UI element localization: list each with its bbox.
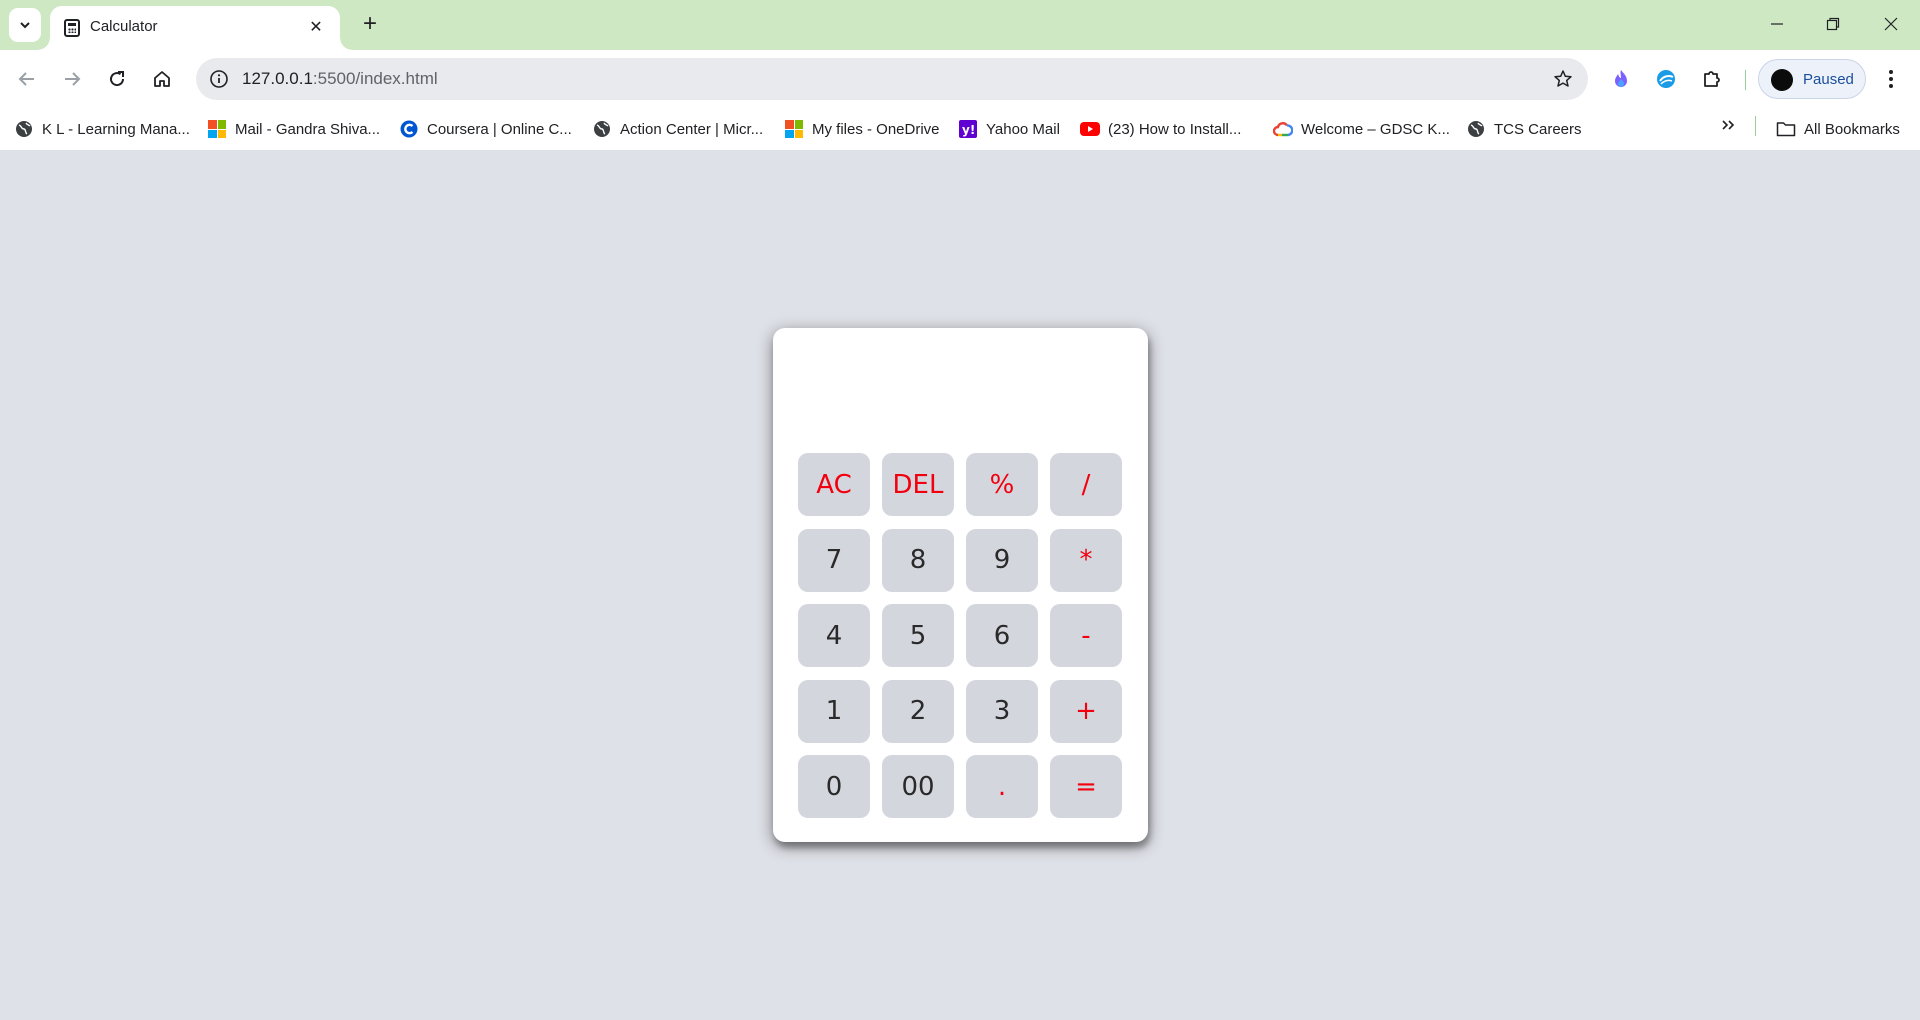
page-viewport: AC DEL%/ 7 8 9 * 4 5 6- 1 2 3 +0 00. = xyxy=(0,150,1920,1020)
toolbar-separator xyxy=(1745,70,1746,90)
new-tab-button[interactable]: + xyxy=(355,10,385,40)
bookmark-label: My files - OneDrive xyxy=(812,120,940,138)
arrow-right-icon xyxy=(65,72,81,86)
calculator-icon xyxy=(64,19,80,37)
microsoft-icon xyxy=(207,119,227,139)
bookmark-label: TCS Careers xyxy=(1494,120,1582,138)
extension-flame-icon[interactable] xyxy=(1606,64,1636,94)
folder-icon xyxy=(1776,119,1796,139)
globe-icon xyxy=(14,119,34,139)
key-9-button[interactable]: 9 xyxy=(966,528,1038,592)
more-vertical-icon xyxy=(1889,70,1893,88)
coursera-icon xyxy=(399,119,419,139)
bookmark-label: Action Center | Micr... xyxy=(620,120,764,138)
bookmarks-bar: K L - Learning Mana... Mail - Gandra Shi… xyxy=(0,108,1920,150)
key-divide-button[interactable]: / xyxy=(1050,453,1122,516)
key-double-zero-button[interactable]: 00 xyxy=(882,755,954,818)
key-delete-button[interactable]: DEL xyxy=(882,453,954,516)
back-button[interactable] xyxy=(9,61,45,97)
url-text: 127.0.0.1:5500/index.html xyxy=(242,69,438,89)
key-equals-button[interactable]: = xyxy=(1050,755,1122,818)
youtube-icon xyxy=(1080,119,1100,139)
key-2-button[interactable]: 2 xyxy=(882,679,954,743)
home-button[interactable] xyxy=(144,61,180,97)
reload-icon xyxy=(110,71,125,87)
forward-button[interactable] xyxy=(54,61,90,97)
bookmarks-separator xyxy=(1755,116,1756,136)
key-8-button[interactable]: 8 xyxy=(882,528,954,592)
bookmark-label: Coursera | Online C... xyxy=(427,120,572,138)
key-6-button[interactable]: 6 xyxy=(966,604,1038,667)
home-icon xyxy=(154,71,170,87)
calculator-display[interactable] xyxy=(793,340,1128,430)
google-cloud-icon xyxy=(1273,119,1293,139)
bookmark-item[interactable]: Mail - Gandra Shiva... xyxy=(207,115,380,143)
avatar xyxy=(1771,69,1793,91)
tab-strip: Calculator ✕ + xyxy=(0,0,1920,50)
bookmark-item[interactable]: (23) How to Install... xyxy=(1080,115,1241,143)
minimize-button[interactable] xyxy=(1754,6,1800,42)
tab-title: Calculator xyxy=(90,18,158,35)
microsoft-icon xyxy=(784,119,804,139)
close-window-button[interactable] xyxy=(1868,6,1914,42)
bookmark-item[interactable]: TCS Careers xyxy=(1466,115,1582,143)
globe-icon xyxy=(1466,119,1486,139)
bookmark-item[interactable]: My files - OneDrive xyxy=(784,115,940,143)
bookmark-star-icon[interactable] xyxy=(1550,66,1576,92)
bookmark-item[interactable]: y! Yahoo Mail xyxy=(958,115,1060,143)
key-multiply-button[interactable]: * xyxy=(1050,528,1122,592)
profile-button[interactable]: Paused xyxy=(1758,59,1866,99)
all-bookmarks-label: All Bookmarks xyxy=(1804,120,1900,138)
key-all-clear-button[interactable]: AC xyxy=(798,453,870,516)
arrow-left-icon xyxy=(18,72,34,86)
bookmark-label: K L - Learning Mana... xyxy=(42,120,190,138)
close-tab-icon[interactable]: ✕ xyxy=(304,16,328,40)
key-add-button[interactable]: + xyxy=(1050,679,1122,743)
restore-button[interactable] xyxy=(1810,6,1856,42)
more-bookmarks-button[interactable] xyxy=(1715,112,1741,138)
chevron-down-icon xyxy=(20,22,30,29)
key-decimal-button[interactable]: . xyxy=(966,755,1038,818)
restore-icon xyxy=(1826,17,1840,31)
bookmark-label: (23) How to Install... xyxy=(1108,120,1242,138)
profile-status: Paused xyxy=(1803,71,1854,88)
key-4-button[interactable]: 4 xyxy=(798,604,870,667)
bookmark-item[interactable]: Coursera | Online C... xyxy=(399,115,572,143)
active-tab[interactable]: Calculator ✕ xyxy=(38,6,352,50)
extension-blue-icon[interactable] xyxy=(1651,64,1681,94)
tab-search-button[interactable] xyxy=(9,8,41,42)
minimize-icon xyxy=(1771,23,1783,25)
key-percent-button[interactable]: % xyxy=(966,453,1038,516)
bookmark-label: Mail - Gandra Shiva... xyxy=(235,120,381,138)
bookmark-label: Welcome – GDSC K... xyxy=(1301,120,1450,138)
url-host: 127.0.0.1 xyxy=(242,69,313,88)
bookmark-item[interactable]: K L - Learning Mana... xyxy=(14,115,190,143)
bookmark-item[interactable]: Action Center | Micr... xyxy=(592,115,763,143)
key-0-button[interactable]: 0 xyxy=(798,755,870,818)
site-info-icon[interactable] xyxy=(206,66,232,92)
url-path: :5500/index.html xyxy=(312,69,438,88)
browser-toolbar: 127.0.0.1:5500/index.html Paused xyxy=(0,50,1920,108)
calculator: AC DEL%/ 7 8 9 * 4 5 6- 1 2 3 +0 00. = xyxy=(773,328,1148,842)
all-bookmarks-button[interactable]: All Bookmarks xyxy=(1776,115,1900,143)
key-subtract-button[interactable]: - xyxy=(1050,604,1122,667)
bookmark-item[interactable]: Welcome – GDSC K... xyxy=(1273,115,1450,143)
svg-text:y!: y! xyxy=(962,123,975,137)
bookmark-label: Yahoo Mail xyxy=(986,120,1060,138)
address-bar[interactable]: 127.0.0.1:5500/index.html xyxy=(196,58,1588,100)
calculator-keypad: AC DEL%/ 7 8 9 * 4 5 6- 1 2 3 +0 00. = xyxy=(798,453,1122,818)
yahoo-icon: y! xyxy=(958,119,978,139)
key-1-button[interactable]: 1 xyxy=(798,679,870,743)
key-5-button[interactable]: 5 xyxy=(882,604,954,667)
key-7-button[interactable]: 7 xyxy=(798,528,870,592)
key-3-button[interactable]: 3 xyxy=(966,679,1038,743)
globe-icon xyxy=(592,119,612,139)
browser-menu-button[interactable] xyxy=(1876,63,1906,95)
close-icon xyxy=(1884,17,1898,31)
chevron-double-right-icon xyxy=(1722,120,1735,130)
reload-button[interactable] xyxy=(99,61,135,97)
extensions-puzzle-icon[interactable] xyxy=(1697,64,1727,94)
